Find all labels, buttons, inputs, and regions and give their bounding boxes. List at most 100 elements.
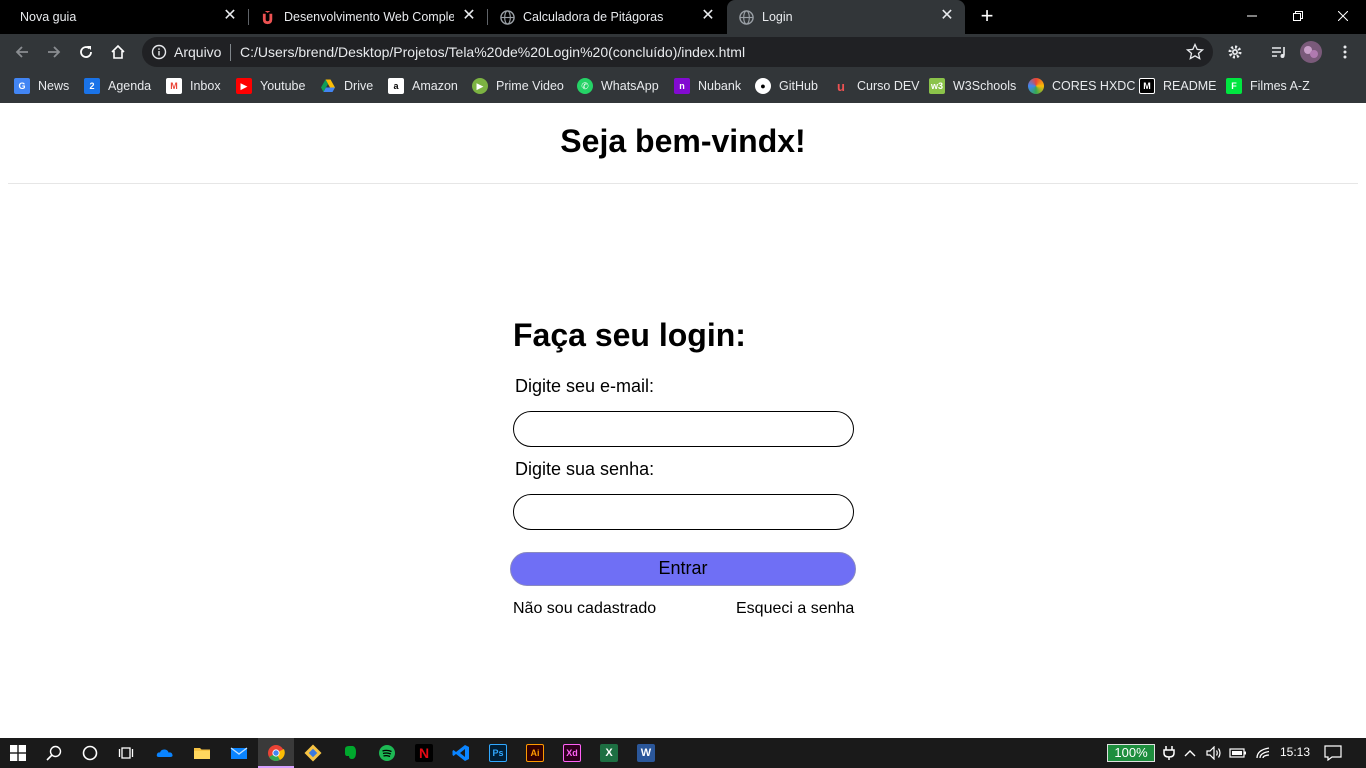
home-button[interactable] bbox=[106, 40, 130, 64]
restore-button[interactable] bbox=[1275, 0, 1321, 32]
submit-button[interactable]: Entrar bbox=[510, 552, 856, 586]
password-field[interactable] bbox=[513, 494, 854, 530]
back-button[interactable] bbox=[10, 40, 34, 64]
bookmark-cores-hxdc[interactable]: CORES HXDC bbox=[1028, 76, 1135, 96]
task-view-button[interactable] bbox=[108, 738, 144, 768]
globe-icon bbox=[739, 10, 754, 25]
w3schools-icon: w3 bbox=[929, 78, 945, 94]
cortana-button[interactable] bbox=[72, 738, 108, 768]
close-tab-icon[interactable]: ✕ bbox=[222, 8, 238, 24]
taskbar-search-button[interactable] bbox=[36, 738, 72, 768]
close-tab-icon[interactable]: ✕ bbox=[700, 8, 716, 24]
media-control-button[interactable] bbox=[1267, 40, 1291, 64]
minimize-icon bbox=[1247, 15, 1257, 17]
tab-title: Calculadora de Pitágoras bbox=[523, 10, 664, 24]
evernote-button[interactable] bbox=[332, 738, 368, 768]
bookmark-nubank[interactable]: n Nubank bbox=[674, 76, 741, 96]
forgot-password-link[interactable]: Esqueci a senha bbox=[736, 600, 854, 618]
action-center-icon[interactable] bbox=[1324, 744, 1342, 762]
bookmark-github[interactable]: ● GitHub bbox=[755, 76, 818, 96]
adobe-xd-button[interactable]: Xd bbox=[554, 738, 590, 768]
volume-icon[interactable] bbox=[1205, 744, 1223, 762]
url-scheme-label: Arquivo bbox=[174, 44, 222, 60]
start-button[interactable] bbox=[0, 738, 36, 768]
excel-button[interactable]: X bbox=[591, 738, 627, 768]
onedrive-button[interactable] bbox=[147, 738, 183, 768]
chrome-button[interactable] bbox=[258, 738, 294, 768]
battery-icon[interactable] bbox=[1229, 744, 1247, 762]
page-title: Seja bem-vindx! bbox=[560, 123, 806, 159]
amazon-icon: a bbox=[388, 78, 404, 94]
info-icon[interactable] bbox=[151, 44, 167, 60]
bookmark-label: README bbox=[1163, 79, 1217, 93]
gear-icon bbox=[1228, 45, 1242, 59]
battery-percent-badge: 100% bbox=[1107, 744, 1155, 762]
url-text[interactable]: C:/Users/brend/Desktop/Projetos/Tela%20d… bbox=[240, 44, 745, 60]
medium-icon: M bbox=[1139, 78, 1155, 94]
git-icon bbox=[304, 744, 322, 762]
bookmark-label: W3Schools bbox=[953, 79, 1017, 93]
bookmark-curso-dev[interactable]: u Curso DEV bbox=[833, 76, 920, 96]
close-tab-icon[interactable]: ✕ bbox=[939, 8, 955, 24]
home-icon bbox=[111, 44, 125, 59]
git-button[interactable] bbox=[295, 738, 331, 768]
chevron-up-icon[interactable] bbox=[1181, 744, 1199, 762]
tab-calculadora-pitagoras[interactable]: Calculadora de Pitágoras ✕ bbox=[488, 0, 726, 34]
bookmark-label: GitHub bbox=[779, 79, 818, 93]
forward-button[interactable] bbox=[42, 40, 66, 64]
bookmark-whatsapp[interactable]: ✆ WhatsApp bbox=[577, 76, 659, 96]
illustrator-button[interactable]: Ai bbox=[517, 738, 553, 768]
avatar-icon bbox=[1300, 41, 1322, 63]
word-icon: W bbox=[637, 744, 655, 762]
vscode-button[interactable] bbox=[443, 738, 479, 768]
extension-button[interactable] bbox=[1223, 40, 1247, 64]
netflix-icon: N bbox=[415, 744, 433, 762]
file-explorer-button[interactable] bbox=[184, 738, 220, 768]
bookmark-amazon[interactable]: a Amazon bbox=[388, 76, 458, 96]
word-button[interactable]: W bbox=[628, 738, 664, 768]
bookmark-readme[interactable]: M README bbox=[1139, 76, 1216, 96]
profile-button[interactable] bbox=[1299, 40, 1323, 64]
bookmark-w3schools[interactable]: w3 W3Schools bbox=[929, 76, 1016, 96]
bookmark-prime-video[interactable]: ▶ Prime Video bbox=[472, 76, 564, 96]
photoshop-button[interactable]: Ps bbox=[480, 738, 516, 768]
bookmark-filmes[interactable]: F Filmes A-Z bbox=[1226, 76, 1310, 96]
bookmark-news[interactable]: G News bbox=[14, 76, 69, 96]
google-news-icon: G bbox=[14, 78, 30, 94]
arrow-left-icon bbox=[15, 46, 28, 58]
tab-title: Desenvolvimento Web Completo bbox=[284, 10, 454, 24]
onedrive-icon bbox=[156, 749, 173, 757]
address-bar[interactable]: Arquivo C:/Users/brend/Desktop/Projetos/… bbox=[142, 37, 1213, 67]
register-link[interactable]: Não sou cadastrado bbox=[513, 600, 656, 618]
bookmark-inbox[interactable]: M Inbox bbox=[166, 76, 221, 96]
tab-desenvolvimento-web[interactable]: Desenvolvimento Web Completo ✕ bbox=[249, 0, 487, 34]
minimize-button[interactable] bbox=[1229, 0, 1275, 32]
vscode-icon bbox=[452, 745, 469, 761]
spotify-button[interactable] bbox=[369, 738, 405, 768]
bookmark-label: Drive bbox=[344, 79, 374, 93]
wifi-icon[interactable] bbox=[1254, 744, 1272, 762]
close-window-button[interactable] bbox=[1320, 0, 1366, 32]
menu-button[interactable] bbox=[1333, 40, 1357, 64]
bookmark-drive[interactable]: Drive bbox=[320, 76, 373, 96]
netflix-button[interactable]: N bbox=[406, 738, 442, 768]
globe-icon bbox=[500, 10, 515, 25]
filmes-icon: F bbox=[1226, 78, 1242, 94]
mail-button[interactable] bbox=[221, 738, 257, 768]
clock-time[interactable]: 15:13 bbox=[1280, 745, 1310, 759]
bookmark-youtube[interactable]: ▶ Youtube bbox=[236, 76, 305, 96]
close-icon bbox=[1338, 11, 1348, 21]
cortana-icon bbox=[82, 745, 98, 761]
reload-button[interactable] bbox=[74, 40, 98, 64]
bookmark-agenda[interactable]: 2 Agenda bbox=[84, 76, 151, 96]
power-plug-icon[interactable] bbox=[1160, 744, 1178, 762]
email-field[interactable] bbox=[513, 411, 854, 447]
url-divider bbox=[230, 44, 231, 61]
bookmark-star-icon[interactable] bbox=[1186, 43, 1204, 61]
tab-login[interactable]: Login ✕ bbox=[727, 0, 965, 34]
new-tab-button[interactable]: + bbox=[975, 5, 999, 29]
tab-nova-guia[interactable]: Nova guia ✕ bbox=[8, 0, 248, 34]
arrow-right-icon bbox=[48, 46, 61, 58]
evernote-icon bbox=[345, 746, 356, 759]
close-tab-icon[interactable]: ✕ bbox=[461, 8, 477, 24]
